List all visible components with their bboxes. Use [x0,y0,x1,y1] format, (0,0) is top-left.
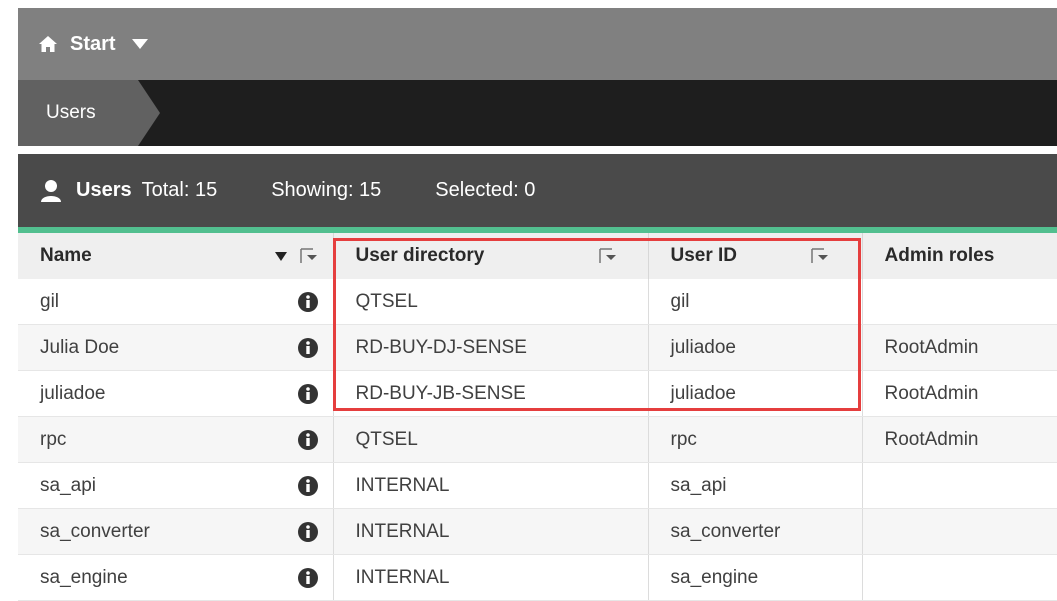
user-icon [41,179,61,202]
filter-icon[interactable] [299,246,319,266]
user-directory-value: QTSEL [355,290,418,312]
selected-count: Selected: 0 [435,179,536,201]
user-directory-value: QTSEL [355,428,418,450]
cell-admin-roles: RootAdmin [862,324,1057,371]
info-icon[interactable] [297,475,319,497]
cell-user-directory: RD-BUY-DJ-SENSE [333,324,649,371]
cell-user-directory: QTSEL [333,416,649,463]
user-id-value: sa_converter [670,520,781,542]
breadcrumb-label: Users [46,102,96,123]
breadcrumb: Users [18,80,1057,146]
admin-roles-value: RootAdmin [884,382,979,404]
cell-admin-roles [862,508,1057,555]
cell-admin-roles [862,462,1057,509]
column-header-name[interactable]: Name [18,233,334,279]
name-value: sa_converter [40,520,150,542]
showing-count: Showing: 15 [271,179,382,201]
table-row[interactable]: rpc QTSEL rpc RootAdmin [18,416,1057,463]
cell-user-id: gil [648,279,863,325]
table-header-row: Name User directory User ID Admin roles [18,233,1057,279]
filter-icon[interactable] [810,246,830,266]
top-bar: Start [18,8,1057,80]
start-menu-button[interactable]: Start [38,33,148,56]
cell-user-directory: INTERNAL [333,508,649,555]
cell-name: gil [18,279,334,325]
user-id-value: juliadoe [670,336,737,358]
user-directory-value: INTERNAL [355,566,450,588]
cell-name: juliadoe [18,370,334,417]
cell-name: sa_converter [18,508,334,555]
cell-name: rpc [18,416,334,463]
column-header-admin-roles-label: Admin roles [884,245,995,266]
info-icon[interactable] [297,567,319,589]
home-icon [39,36,57,52]
name-value: rpc [40,428,67,450]
table-row[interactable]: sa_api INTERNAL sa_api [18,462,1057,509]
info-icon[interactable] [297,383,319,405]
user-directory-value: INTERNAL [355,474,450,496]
users-panel-header: Users Total: 15 Showing: 15 Selected: 0 [18,154,1057,227]
cell-name: sa_api [18,462,334,509]
name-value: sa_api [40,474,96,496]
column-header-user-directory[interactable]: User directory [333,233,649,279]
filter-icon[interactable] [598,246,618,266]
name-value: gil [40,290,60,312]
column-header-admin-roles[interactable]: Admin roles [862,233,1057,279]
cell-user-directory: QTSEL [333,279,649,325]
cell-user-id: juliadoe [648,324,863,371]
cell-user-directory: INTERNAL [333,462,649,509]
table-row[interactable]: sa_converter INTERNAL sa_converter [18,508,1057,555]
cell-admin-roles: RootAdmin [862,416,1057,463]
column-header-user-id-label: User ID [670,245,738,266]
cell-user-id: juliadoe [648,370,863,417]
info-icon[interactable] [297,337,319,359]
table-row[interactable]: juliadoe RD-BUY-JB-SENSE juliadoe RootAdmin [18,370,1057,417]
sort-descending-icon[interactable] [274,252,287,261]
user-id-value: juliadoe [670,382,737,404]
cell-user-id: sa_converter [648,508,863,555]
breadcrumb-arrow [138,80,160,146]
cell-name: Julia Doe [18,324,334,371]
info-icon[interactable] [297,521,319,543]
total-count: Total: 15 [141,179,218,201]
name-value: juliadoe [40,382,106,404]
panel-title: Users [76,179,132,201]
column-header-name-label: Name [40,245,92,266]
admin-roles-value: RootAdmin [884,336,979,358]
cell-user-id: rpc [648,416,863,463]
cell-user-id: sa_api [648,462,863,509]
user-id-value: gil [670,290,690,312]
breadcrumb-item-users[interactable]: Users [18,80,138,146]
name-value: Julia Doe [40,336,120,358]
start-label: Start [70,32,116,55]
user-id-value: sa_engine [670,566,759,588]
column-header-user-id[interactable]: User ID [648,233,863,279]
table-row[interactable]: Julia Doe RD-BUY-DJ-SENSE juliadoe RootAdmi… [18,324,1057,371]
user-directory-value: RD-BUY-DJ-SENSE [355,336,527,358]
user-directory-value: RD-BUY-JB-SENSE [355,382,526,404]
admin-roles-value: RootAdmin [884,428,979,450]
name-value: sa_engine [40,566,128,588]
info-icon[interactable] [297,429,319,451]
column-header-user-directory-label: User directory [355,245,485,266]
table-row[interactable]: gil QTSEL gil [18,279,1057,325]
users-table: Name User directory User ID Admin roles … [18,233,1057,601]
info-icon[interactable] [297,291,319,313]
cell-user-directory: RD-BUY-JB-SENSE [333,370,649,417]
user-id-value: rpc [670,428,697,450]
user-id-value: sa_api [670,474,727,496]
chevron-down-icon [131,39,148,49]
user-directory-value: INTERNAL [355,520,450,542]
cell-admin-roles [862,279,1057,325]
cell-admin-roles: RootAdmin [862,370,1057,417]
